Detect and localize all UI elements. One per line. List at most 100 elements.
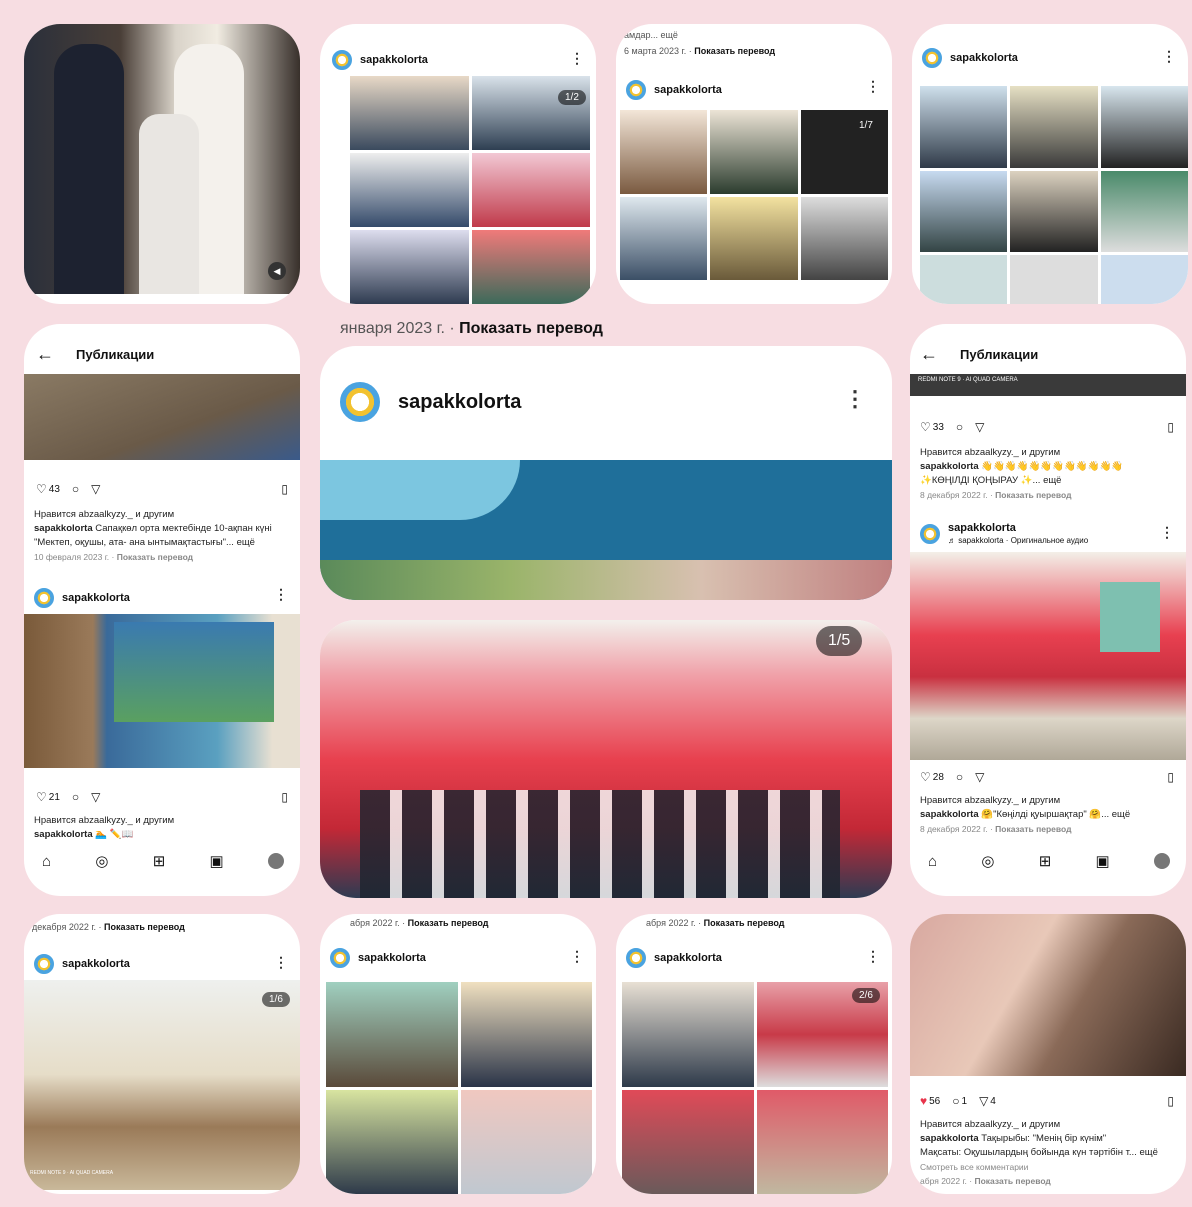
translate-link[interactable]: Показать перевод — [117, 552, 193, 562]
more-icon[interactable]: ⋮ — [570, 50, 584, 67]
card-post-8[interactable]: декабря 2022 г. · Показать перевод sapak… — [24, 914, 300, 1194]
more-icon[interactable]: ⋮ — [570, 948, 584, 965]
bookmark-icon[interactable]: ▯ — [1167, 420, 1174, 434]
translate-link[interactable]: Показать перевод — [408, 918, 489, 928]
like-icon[interactable]: ♡ — [36, 790, 47, 804]
comment-icon[interactable]: ○ — [72, 482, 79, 496]
home-icon[interactable]: ⌂ — [928, 853, 937, 870]
card-post-3[interactable]: амдар... ещё 6 марта 2023 г. · Показать … — [616, 24, 892, 304]
more-icon[interactable]: ⋮ — [274, 586, 288, 603]
card-post-10[interactable]: абря 2022 г. · Показать перевод sapakkol… — [616, 914, 892, 1194]
translate-link[interactable]: Показать перевод — [995, 824, 1071, 834]
avatar[interactable] — [330, 948, 350, 968]
translate-link[interactable]: Показать перевод — [704, 918, 785, 928]
avatar[interactable] — [332, 50, 352, 70]
translate-link[interactable]: Показать перевод — [459, 320, 603, 337]
avatar[interactable] — [626, 948, 646, 968]
back-arrow-icon[interactable]: ← — [920, 344, 938, 365]
like-icon[interactable]: ♥ — [920, 1094, 927, 1108]
post-date: января 2023 г. — [340, 320, 445, 337]
more-icon[interactable]: ⋮ — [866, 948, 880, 965]
post-meta: Нравится abzaalkyzy._ и другим sapakkolo… — [34, 814, 296, 842]
reels-icon[interactable]: ▣ — [210, 852, 224, 870]
comment-icon[interactable]: ○ — [72, 790, 79, 804]
volume-icon[interactable]: ◀ — [268, 262, 286, 280]
caption-user[interactable]: sapakkolorta — [920, 809, 979, 820]
more-icon[interactable]: ⋮ — [866, 78, 880, 95]
profile-avatar[interactable] — [1153, 853, 1170, 869]
reels-icon[interactable]: ▣ — [1096, 852, 1110, 870]
view-comments-link[interactable]: Смотреть все комментарии — [920, 1160, 1182, 1174]
post-actions: ♥ 56 ○ 1 ▽ 4 — [920, 1094, 996, 1108]
post-meta: Нравится abzaalkyzy._ и другим sapakkolo… — [34, 508, 296, 564]
bookmark-icon[interactable]: ▯ — [281, 482, 288, 496]
username[interactable]: sapakkolorta — [654, 84, 722, 96]
avatar[interactable] — [34, 954, 54, 974]
card-publications-left[interactable]: ← Публикации ♡ 43 ○ ▽ ▯ Нравится abzaalkyz… — [24, 324, 300, 896]
avatar[interactable] — [922, 48, 942, 68]
username[interactable]: sapakkolorta — [360, 54, 428, 66]
like-icon[interactable]: ♡ — [36, 482, 47, 496]
home-icon[interactable]: ⌂ — [42, 853, 51, 870]
audio-label[interactable]: ♬ sapakkolorta · Оригинальное аудио — [948, 536, 1088, 545]
username[interactable]: sapakkolorta — [950, 52, 1018, 64]
post-header: sapakkolorta — [332, 50, 428, 70]
more-icon[interactable]: ⋮ — [1162, 48, 1176, 65]
share-count: 4 — [990, 1095, 996, 1107]
liked-by: Нравится abzaalkyzy._ и другим — [34, 815, 175, 826]
caption-user[interactable]: sapakkolorta — [34, 829, 93, 840]
comment-icon[interactable]: ○ — [956, 420, 963, 434]
comment-icon[interactable]: ○ — [952, 1094, 959, 1108]
translate-link[interactable]: Показать перевод — [995, 490, 1071, 500]
card-post-4[interactable]: sapakkolorta ⋮ — [912, 24, 1188, 304]
translate-link[interactable]: Показать перевод — [694, 46, 775, 56]
share-icon[interactable]: ▽ — [91, 482, 100, 496]
profile-avatar[interactable] — [267, 853, 284, 869]
back-arrow-icon[interactable]: ← — [36, 344, 54, 365]
username[interactable]: sapakkolorta — [948, 522, 1016, 534]
caption: 👋👋👋👋👋👋👋👋👋👋👋👋 — [981, 461, 1124, 472]
card-publications-right[interactable]: ← Публикации REDMI NOTE 9 · AI QUAD CAMER… — [910, 324, 1186, 896]
messenger-icon[interactable]: ◎ — [95, 852, 108, 870]
avatar[interactable] — [34, 588, 54, 608]
like-icon[interactable]: ♡ — [920, 770, 931, 784]
more-icon[interactable]: ⋮ — [844, 386, 866, 412]
card-post-9[interactable]: абря 2022 г. · Показать перевод sapakkol… — [320, 914, 596, 1194]
like-icon[interactable]: ♡ — [920, 420, 931, 434]
add-post-icon[interactable]: ⊞ — [1039, 852, 1052, 870]
username[interactable]: sapakkolorta — [398, 391, 521, 414]
username[interactable]: sapakkolorta — [358, 952, 426, 964]
collage-photo — [920, 86, 1188, 304]
card-post-11[interactable]: ♥ 56 ○ 1 ▽ 4 ▯ Нравится abzaalkyzy._ и друг… — [910, 914, 1186, 1194]
translate-link[interactable]: Показать перевод — [974, 1176, 1050, 1186]
caption-user[interactable]: sapakkolorta — [34, 523, 93, 534]
bookmark-icon[interactable]: ▯ — [281, 790, 288, 804]
caption-user[interactable]: sapakkolorta — [920, 461, 979, 472]
avatar[interactable] — [626, 80, 646, 100]
share-icon[interactable]: ▽ — [975, 420, 984, 434]
comment-icon[interactable]: ○ — [956, 770, 963, 784]
share-icon[interactable]: ▽ — [979, 1094, 988, 1108]
bookmark-icon[interactable]: ▯ — [1167, 1094, 1174, 1108]
more-icon[interactable]: ⋮ — [274, 954, 288, 971]
username[interactable]: sapakkolorta — [654, 952, 722, 964]
more-icon[interactable]: ⋮ — [1160, 524, 1174, 541]
add-post-icon[interactable]: ⊞ — [153, 852, 166, 870]
card-photo-family[interactable]: ◀ — [24, 24, 300, 304]
share-icon[interactable]: ▽ — [975, 770, 984, 784]
messenger-icon[interactable]: ◎ — [981, 852, 994, 870]
caption-user[interactable]: sapakkolorta — [920, 1133, 979, 1144]
avatar[interactable] — [920, 524, 940, 544]
translate-link[interactable]: Показать перевод — [104, 922, 185, 932]
avatar[interactable] — [340, 382, 380, 422]
post-photo: REDMI NOTE 9 · AI QUAD CAMERA — [910, 374, 1186, 396]
caption-line-2: Мақсаты: Оқушылардың бойында күн тәртібі… — [920, 1147, 1158, 1158]
card-center-post[interactable]: января 2023 г. · Показать перевод sapakk… — [320, 320, 892, 900]
username[interactable]: sapakkolorta — [62, 958, 130, 970]
username[interactable]: sapakkolorta — [62, 592, 130, 604]
post-actions: ♡ 43 ○ ▽ — [36, 482, 100, 496]
caption-tail: амдар... ещё — [624, 30, 678, 40]
share-icon[interactable]: ▽ — [91, 790, 100, 804]
card-post-2[interactable]: sapakkolorta ⋮ 1/2 — [320, 24, 596, 304]
bookmark-icon[interactable]: ▯ — [1167, 770, 1174, 784]
